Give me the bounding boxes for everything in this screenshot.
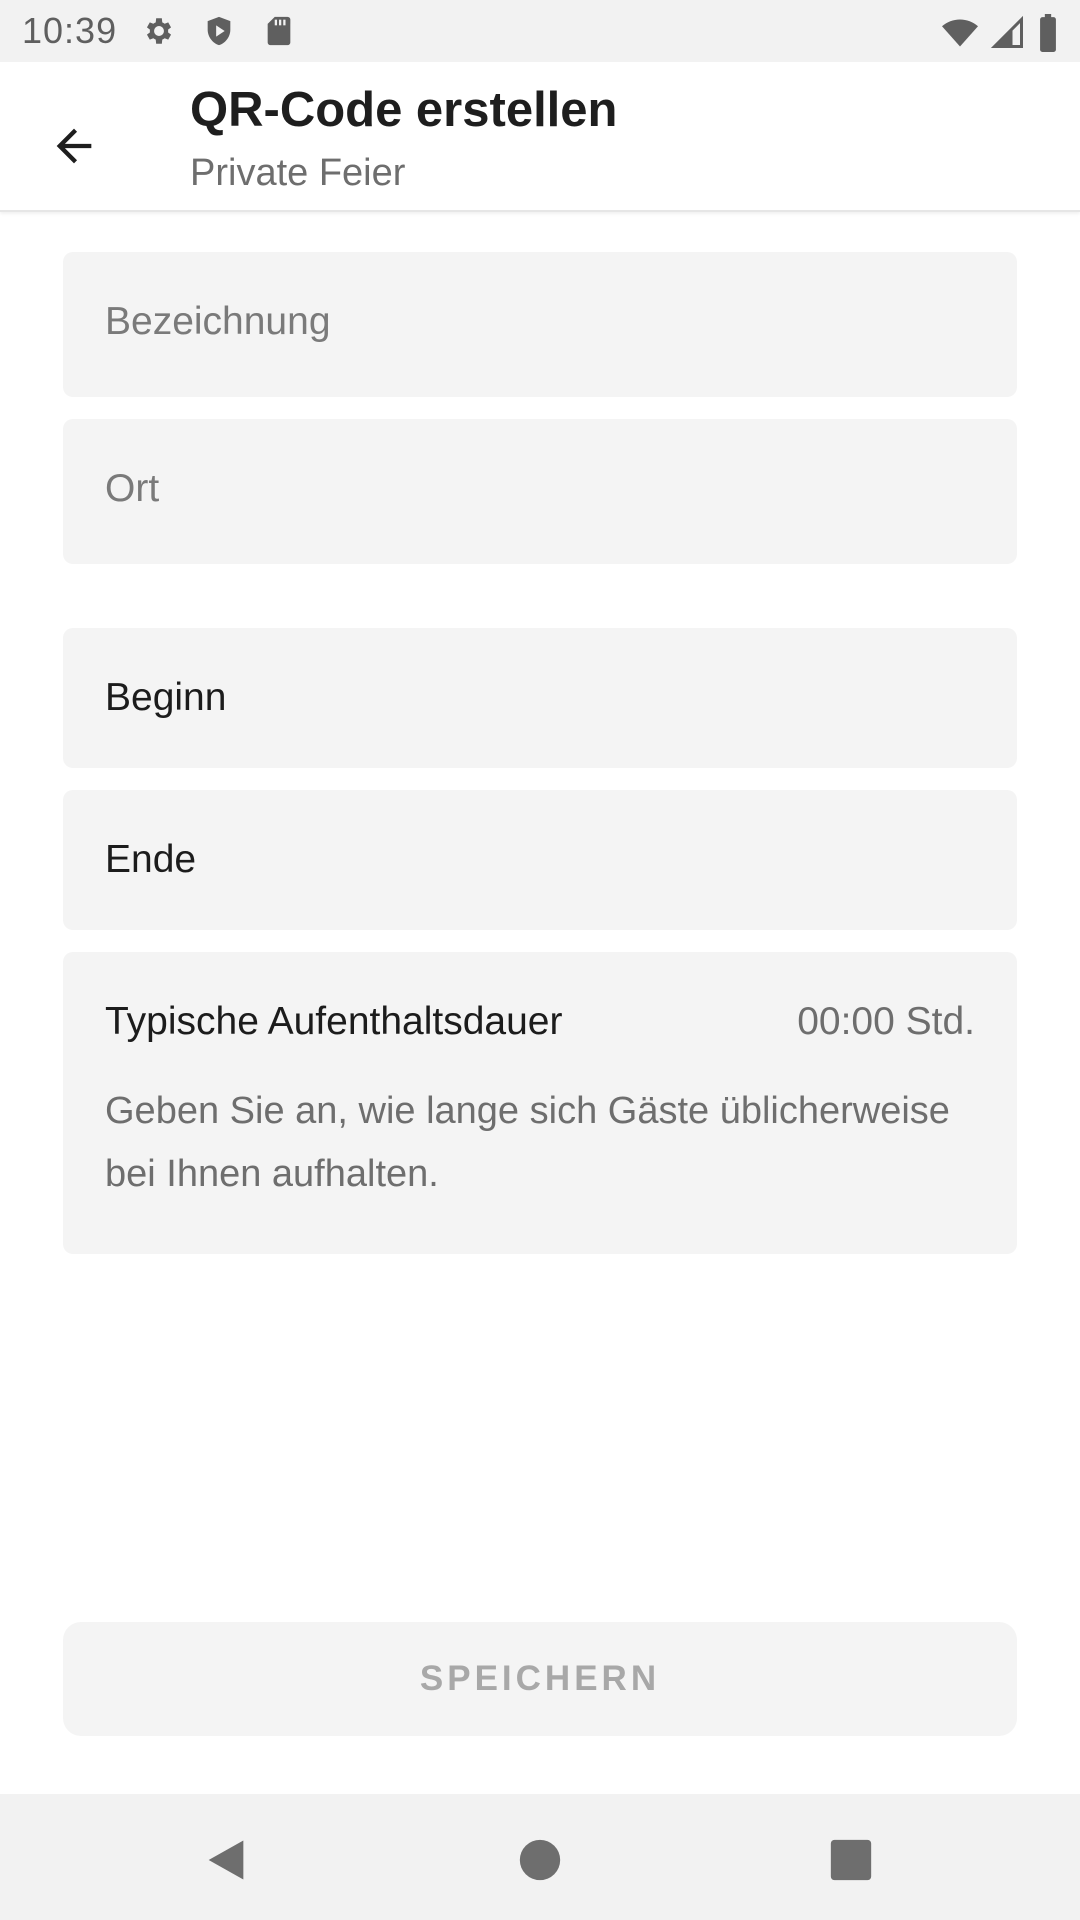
- status-bar: 10:39: [0, 0, 1080, 62]
- back-triangle-icon: [208, 1840, 244, 1880]
- aufenthaltsdauer-field[interactable]: Typische Aufenthaltsdauer 00:00 Std. Geb…: [63, 952, 1017, 1254]
- arrow-back-icon: [56, 128, 92, 164]
- page-title: QR-Code erstellen: [190, 83, 618, 137]
- sd-card-icon: [267, 16, 291, 46]
- app-bar: QR-Code erstellen Private Feier: [0, 62, 1080, 212]
- status-time: 10:39: [22, 10, 118, 51]
- signal-icon: [990, 15, 1023, 48]
- recents-square-icon: [830, 1839, 872, 1881]
- nav-back-button[interactable]: [186, 1820, 266, 1900]
- ende-label: Ende: [105, 838, 197, 881]
- aufenthaltsdauer-label: Typische Aufenthaltsdauer: [105, 1000, 563, 1043]
- aufenthaltsdauer-help-text: Geben Sie an, wie lange sich Gäste üblic…: [105, 1090, 950, 1195]
- back-button[interactable]: [30, 102, 118, 190]
- ende-field[interactable]: Ende: [63, 790, 1017, 930]
- screen: 10:39 QR-Code erstellen Private Feier Be…: [0, 0, 1080, 1920]
- beginn-field[interactable]: Beginn: [63, 628, 1017, 768]
- wifi-icon: [942, 19, 978, 47]
- ort-field[interactable]: Ort: [63, 419, 1017, 564]
- bezeichnung-field[interactable]: Bezeichnung: [63, 252, 1017, 397]
- system-nav-bar: [0, 1794, 1080, 1920]
- page-subtitle: Private Feier: [190, 152, 406, 194]
- aufenthaltsdauer-value: 00:00 Std.: [797, 1000, 975, 1043]
- save-button[interactable]: SPEICHERN: [63, 1622, 1017, 1736]
- save-button-label: SPEICHERN: [419, 1659, 661, 1698]
- home-circle-icon: [519, 1839, 561, 1881]
- shield-icon: [207, 16, 231, 46]
- nav-recents-button[interactable]: [811, 1820, 891, 1900]
- nav-home-button[interactable]: [500, 1820, 580, 1900]
- battery-icon: [1040, 14, 1056, 52]
- settings-icon: [146, 18, 172, 44]
- ort-placeholder: Ort: [105, 467, 160, 510]
- status-right-icons: [940, 14, 1060, 52]
- beginn-label: Beginn: [105, 676, 227, 719]
- status-left-icons: [142, 14, 296, 48]
- bezeichnung-placeholder: Bezeichnung: [105, 300, 331, 343]
